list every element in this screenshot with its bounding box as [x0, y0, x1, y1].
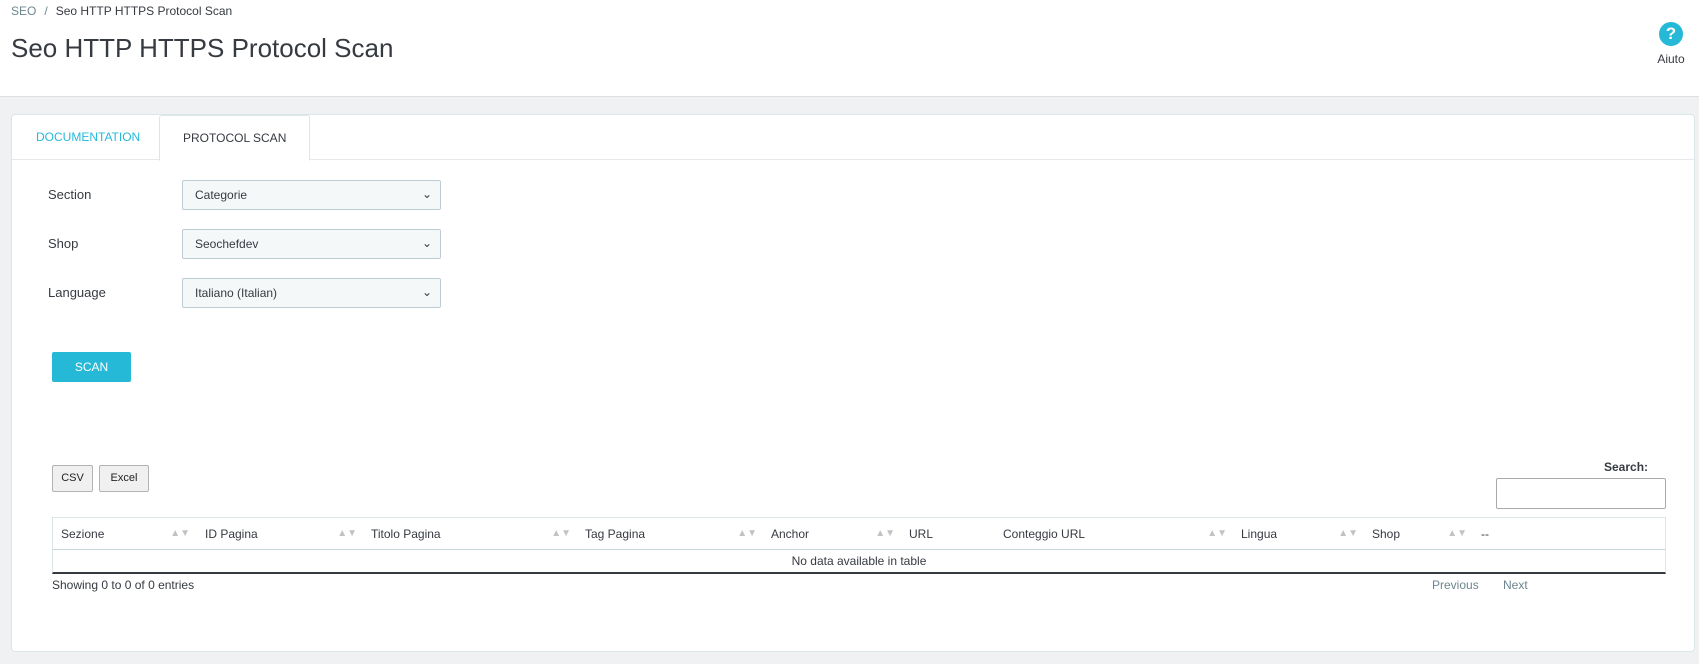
column-header-label: Tag Pagina	[585, 527, 646, 541]
shop-label: Shop	[48, 236, 79, 251]
column-header-lingua[interactable]: Lingua ▲▼	[1233, 518, 1364, 550]
language-label: Language	[48, 285, 106, 300]
language-select[interactable]: Italiano (Italian) ⌄	[182, 278, 441, 308]
sort-icon: ▲▼	[170, 528, 190, 539]
sort-icon: ▲▼	[875, 528, 895, 539]
page-title: Seo HTTP HTTPS Protocol Scan	[11, 33, 394, 63]
column-header-label: Shop	[1372, 527, 1401, 541]
column-header-label: Conteggio URL	[1003, 527, 1086, 541]
column-header-label: Anchor	[771, 527, 810, 541]
sort-icon: ▲▼	[737, 528, 757, 539]
next-page-link[interactable]: Next	[1503, 578, 1528, 592]
column-header-conteggio-url[interactable]: Conteggio URL ▲▼	[995, 518, 1233, 550]
column-header-actions: --	[1473, 518, 1533, 550]
main-panel: DOCUMENTATION PROTOCOL SCAN Section Cate…	[11, 114, 1695, 652]
breadcrumb: SEO / Seo HTTP HTTPS Protocol Scan	[11, 4, 232, 18]
help-button[interactable]: ? Aiuto	[1651, 22, 1691, 66]
excel-export-button[interactable]: Excel	[99, 465, 149, 492]
sort-icon: ▲▼	[551, 528, 571, 539]
table-header: Sezione ▲▼ ID Pagina ▲▼ Titolo Pagina ▲▼ Ta…	[52, 517, 1666, 550]
search-label: Search:	[1604, 460, 1649, 474]
search-input[interactable]	[1496, 478, 1666, 509]
chevron-down-icon: ⌄	[421, 236, 432, 250]
section-label: Section	[48, 187, 92, 202]
section-select[interactable]: Categorie ⌄	[182, 180, 441, 210]
section-row: Section Categorie ⌄	[48, 180, 548, 210]
tab-documentation[interactable]: DOCUMENTATION	[13, 115, 163, 161]
column-header-sezione[interactable]: Sezione ▲▼	[53, 518, 196, 550]
question-circle-icon: ?	[1659, 22, 1683, 46]
column-header-url[interactable]: URL	[901, 518, 995, 550]
column-header-anchor[interactable]: Anchor ▲▼	[763, 518, 901, 550]
chevron-down-icon: ⌄	[421, 187, 432, 201]
scan-button[interactable]: SCAN	[52, 352, 131, 382]
shop-select-value: Seochefdev	[195, 237, 259, 251]
language-select-value: Italiano (Italian)	[195, 286, 278, 300]
breadcrumb-seo[interactable]: SEO	[11, 4, 36, 18]
tab-protocol-scan[interactable]: PROTOCOL SCAN	[159, 115, 311, 161]
column-header-label: Titolo Pagina	[371, 527, 441, 541]
sort-icon: ▲▼	[337, 528, 357, 539]
previous-page-link[interactable]: Previous	[1432, 578, 1479, 592]
column-header-tag-pagina[interactable]: Tag Pagina ▲▼	[577, 518, 763, 550]
csv-export-button[interactable]: CSV	[52, 465, 93, 492]
section-select-value: Categorie	[195, 188, 248, 202]
table-info: Showing 0 to 0 of 0 entries	[52, 578, 195, 592]
sort-icon: ▲▼	[1447, 528, 1467, 539]
results-table: Sezione ▲▼ ID Pagina ▲▼ Titolo Pagina ▲▼ Ta…	[52, 517, 1666, 574]
shop-row: Shop Seochefdev ⌄	[48, 229, 548, 259]
column-header-titolo-pagina[interactable]: Titolo Pagina ▲▼	[363, 518, 577, 550]
breadcrumb-separator: /	[44, 4, 48, 18]
column-header-label: --	[1481, 527, 1489, 541]
column-header-label: Lingua	[1241, 527, 1278, 541]
column-header-id-pagina[interactable]: ID Pagina ▲▼	[197, 518, 363, 550]
help-label: Aiuto	[1657, 52, 1685, 66]
tab-bar: DOCUMENTATION PROTOCOL SCAN	[12, 115, 1694, 161]
column-header-shop[interactable]: Shop ▲▼	[1364, 518, 1473, 550]
breadcrumb-current: Seo HTTP HTTPS Protocol Scan	[55, 4, 233, 18]
language-row: Language Italiano (Italian) ⌄	[48, 278, 548, 308]
page-header: SEO / Seo HTTP HTTPS Protocol Scan Seo HTT…	[0, 0, 1699, 97]
chevron-down-icon: ⌄	[421, 285, 432, 299]
column-header-label: URL	[909, 527, 934, 541]
sort-icon: ▲▼	[1338, 528, 1358, 539]
empty-table-message: No data available in table	[52, 550, 1666, 574]
shop-select[interactable]: Seochefdev ⌄	[182, 229, 441, 259]
sort-icon: ▲▼	[1207, 528, 1227, 539]
column-header-label: Sezione	[61, 527, 105, 541]
column-header-label: ID Pagina	[205, 527, 258, 541]
